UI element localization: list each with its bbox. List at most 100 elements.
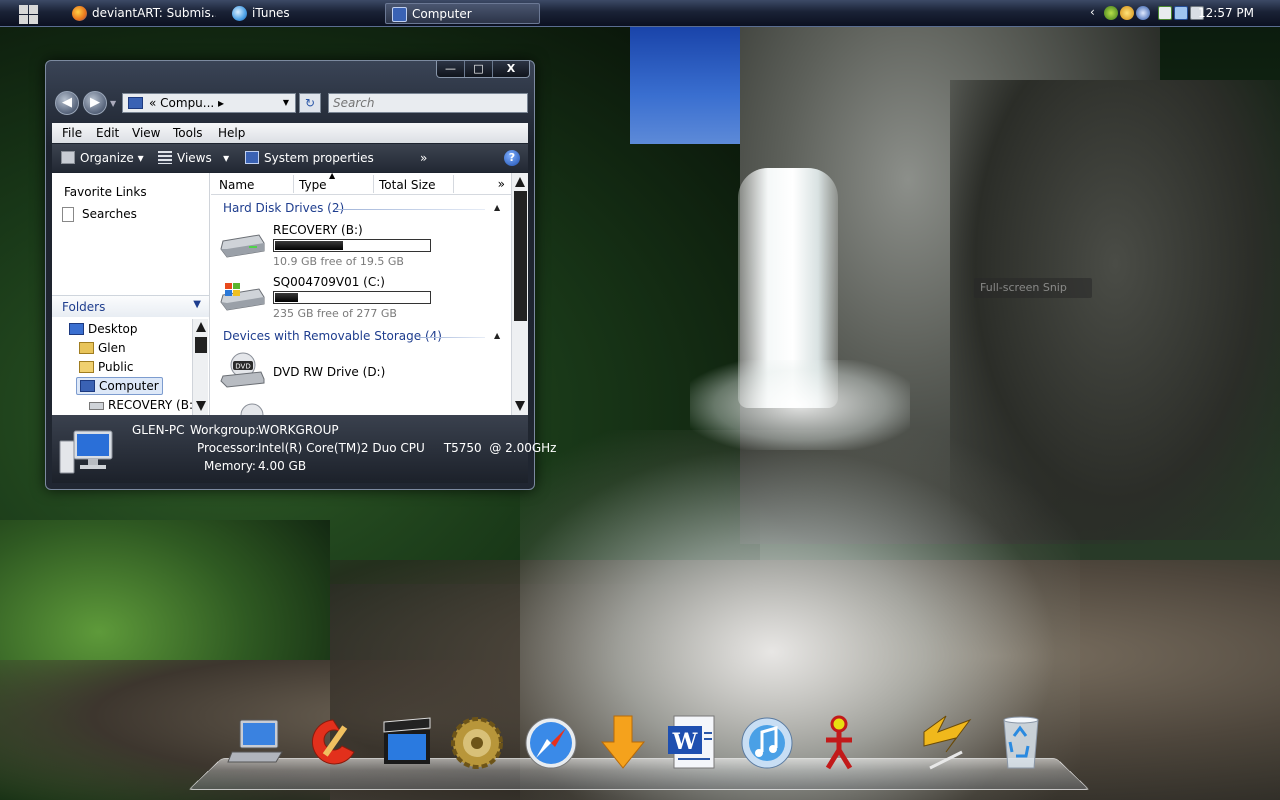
maximize-button[interactable]: □ xyxy=(465,61,493,77)
address-bar[interactable]: « Compu... ▸ ▼ xyxy=(122,93,296,113)
tray-expand-chevron-icon[interactable]: ‹ xyxy=(1090,5,1104,19)
address-breadcrumb[interactable]: « Compu... ▸ xyxy=(149,96,224,110)
system-tray: ‹ 12:57 PM xyxy=(1090,0,1280,27)
drive-name: DVD RW Drive (D:) xyxy=(273,365,386,379)
search-input[interactable] xyxy=(328,93,528,113)
column-divider[interactable] xyxy=(293,175,294,193)
dock-word-icon[interactable]: W xyxy=(664,712,726,774)
menu-bar: File Edit View Tools Help xyxy=(52,123,528,143)
refresh-button[interactable]: ↻ xyxy=(299,93,321,113)
group-collapse-icon[interactable]: ▲ xyxy=(494,203,500,212)
desktop-icon xyxy=(69,323,84,335)
favorite-link-searches[interactable]: Searches xyxy=(62,207,137,222)
dock-winamp-icon[interactable] xyxy=(916,712,978,774)
column-divider[interactable] xyxy=(373,175,374,193)
favorite-links-heading: Favorite Links xyxy=(64,185,147,199)
computer-icon xyxy=(80,380,95,392)
dvd-drive-icon: DVD xyxy=(220,352,265,388)
column-total-size[interactable]: Total Size xyxy=(379,178,435,192)
dock-movie-maker-icon[interactable] xyxy=(376,712,438,774)
processor-value: Intel(R) Core(TM)2 Duo CPU T5750 @ 2.00G… xyxy=(258,441,557,455)
taskbar-item-deviantart[interactable]: deviantART: Submis... xyxy=(66,3,216,24)
back-button[interactable]: ◀ xyxy=(55,91,79,115)
workgroup-label: Workgroup: xyxy=(190,423,260,437)
tree-item-computer[interactable]: Computer xyxy=(76,377,163,395)
command-bar: Organize ▾ Views ▾ System properties » ? xyxy=(52,144,528,172)
drive-dvd[interactable]: DVD DVD RW Drive (D:) xyxy=(219,352,509,401)
scrollbar-thumb[interactable] xyxy=(195,337,207,353)
dock-download-arrow-icon[interactable] xyxy=(592,712,654,774)
group-divider xyxy=(419,337,485,338)
tree-item-recovery[interactable]: RECOVERY (B: xyxy=(86,397,192,413)
removable-drive-icon xyxy=(240,403,264,415)
dock-settings-gear-icon[interactable] xyxy=(446,712,508,774)
scroll-down-arrow-icon[interactable] xyxy=(196,401,206,411)
dock-aim-icon[interactable] xyxy=(808,712,870,774)
menu-file[interactable]: File xyxy=(62,126,82,140)
more-columns-chevron-icon[interactable]: » xyxy=(498,177,505,191)
start-button[interactable] xyxy=(16,3,40,25)
taskbar-item-computer[interactable]: Computer xyxy=(385,3,540,24)
document-icon xyxy=(62,207,74,222)
snip-tooltip: Full-screen Snip xyxy=(974,278,1092,298)
column-type[interactable]: Type xyxy=(299,178,327,192)
views-button[interactable]: Views ▾ xyxy=(158,151,229,165)
organize-button[interactable]: Organize ▾ xyxy=(61,151,144,165)
dock-safari-icon[interactable] xyxy=(520,712,582,774)
drive-name: RECOVERY (B:) xyxy=(273,223,363,237)
scroll-down-arrow-icon[interactable] xyxy=(515,401,525,411)
tray-info-icon[interactable] xyxy=(1136,6,1150,20)
drive-usage-fill xyxy=(275,293,299,302)
itunes-icon xyxy=(232,6,247,21)
recent-pages-chevron-icon[interactable]: ▼ xyxy=(110,99,116,108)
taskbar-item-itunes[interactable]: iTunes xyxy=(226,3,376,24)
start-logo-tile xyxy=(19,5,28,14)
file-list-scrollbar[interactable] xyxy=(511,173,528,415)
computer-icon xyxy=(128,97,143,109)
scroll-up-arrow-icon[interactable] xyxy=(196,322,206,332)
organize-icon xyxy=(61,151,75,164)
folder-tree-scrollbar[interactable] xyxy=(192,319,208,415)
column-name[interactable]: Name xyxy=(219,178,254,192)
tree-item-glen[interactable]: Glen xyxy=(76,340,129,356)
computer-icon xyxy=(392,7,407,22)
minimize-button[interactable]: — xyxy=(437,61,465,77)
more-commands-button[interactable]: » xyxy=(420,151,427,165)
group-collapse-icon[interactable]: ▲ xyxy=(494,331,500,340)
close-button[interactable]: X xyxy=(493,61,529,77)
menu-view[interactable]: View xyxy=(132,126,160,140)
column-divider[interactable] xyxy=(453,175,454,193)
group-divider xyxy=(335,209,485,210)
dock-ccleaner-icon[interactable] xyxy=(302,712,364,774)
group-hard-disk-drives[interactable]: Hard Disk Drives (2) xyxy=(223,201,344,215)
folder-tree: Desktop Glen Public Computer RECOVERY (B… xyxy=(52,319,192,415)
tree-item-desktop[interactable]: Desktop xyxy=(66,321,141,337)
system-properties-button[interactable]: System properties xyxy=(245,151,374,165)
drive-c[interactable]: SQ004709V01 (C:) 235 GB free of 277 GB xyxy=(219,275,509,323)
address-dropdown-chevron-icon[interactable]: ▼ xyxy=(279,96,293,110)
dock-laptop-icon[interactable] xyxy=(226,712,288,774)
menu-help[interactable]: Help xyxy=(218,126,245,140)
tray-app-icon[interactable] xyxy=(1120,6,1134,20)
taskbar-item-label: iTunes xyxy=(252,6,290,20)
drive-recovery[interactable]: RECOVERY (B:) 10.9 GB free of 19.5 GB xyxy=(219,223,509,271)
help-icon[interactable]: ? xyxy=(504,150,520,166)
tray-app-icon[interactable] xyxy=(1104,6,1118,20)
group-removable-storage[interactable]: Devices with Removable Storage (4) xyxy=(223,329,442,343)
dock-itunes-icon[interactable] xyxy=(736,712,798,774)
tree-item-label: Public xyxy=(98,360,134,374)
scrollbar-thumb[interactable] xyxy=(514,191,527,321)
memory-value: 4.00 GB xyxy=(258,459,307,473)
menu-edit[interactable]: Edit xyxy=(96,126,119,140)
taskbar-clock[interactable]: 12:57 PM xyxy=(1198,6,1254,20)
menu-tools[interactable]: Tools xyxy=(173,126,203,140)
dock-recycle-bin-icon[interactable] xyxy=(990,712,1052,774)
scroll-up-arrow-icon[interactable] xyxy=(515,177,525,187)
tray-power-icon[interactable] xyxy=(1158,6,1172,20)
hard-drive-icon xyxy=(220,234,265,258)
forward-button[interactable]: ▶ xyxy=(83,91,107,115)
taskbar-item-label: Computer xyxy=(412,7,472,21)
tray-network-icon[interactable] xyxy=(1174,6,1188,20)
folders-header[interactable]: Folders ▼ xyxy=(52,295,209,317)
tree-item-public[interactable]: Public xyxy=(76,359,137,375)
